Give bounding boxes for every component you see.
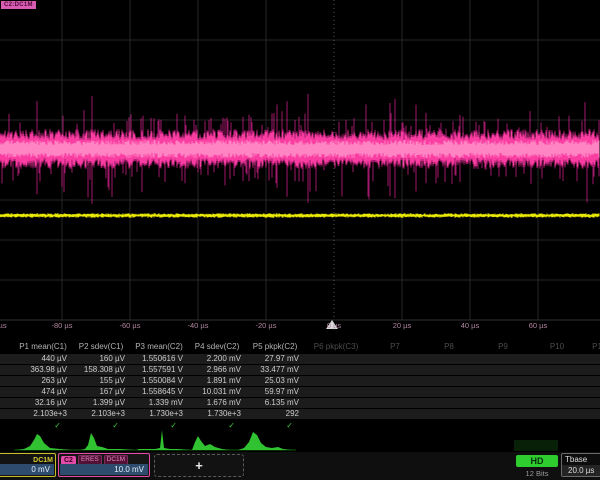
meas-header-p4[interactable]: P4 sdev(C2) (188, 340, 246, 354)
meas-header-p8[interactable]: P8 (422, 340, 476, 354)
time-axis-label: 0 µs (312, 321, 356, 330)
meas-value: 1.730e+3 (188, 409, 246, 419)
meas-header-p6[interactable]: P6 pkpk(C3) (304, 340, 368, 354)
meas-value: 1.730e+3 (130, 409, 188, 419)
meas-value: 1.891 mV (188, 376, 246, 386)
histicon-p4[interactable] (192, 436, 230, 450)
channel-c2-descriptor[interactable]: C2 ERES DC1M 10.0 mV (58, 453, 150, 477)
meas-row: 263 µV155 µV1.550084 V1.891 mV25.03 mV (0, 376, 600, 386)
measurement-table[interactable]: P1 mean(C1)P2 sdev(C1)P3 mean(C2)P4 sdev… (0, 340, 600, 431)
meas-row: 474 µV167 µV1.558645 V10.031 mV59.97 mV (0, 387, 600, 397)
meas-header-p5[interactable]: P5 pkpk(C2) (246, 340, 304, 354)
meas-value: 167 µV (72, 387, 130, 397)
meas-header-p7[interactable]: P7 (368, 340, 422, 354)
meas-header-p1[interactable]: P1 mean(C1) (14, 340, 72, 354)
histicon-p5[interactable] (238, 432, 292, 450)
hd-badge-glow (514, 440, 558, 451)
histicon-p1[interactable] (15, 434, 72, 450)
meas-value: 1.339 mV (130, 398, 188, 408)
meas-header-p10[interactable]: P10 (530, 340, 584, 354)
measurement-histicons[interactable] (0, 429, 600, 451)
hd-mode-badge: HD (516, 455, 558, 467)
meas-value: 2.103e+3 (14, 409, 72, 419)
meas-row: 440 µV160 µV1.550616 V2.200 mV27.97 mV (0, 354, 600, 364)
meas-value: 25.03 mV (246, 376, 304, 386)
meas-value: 1.676 mV (188, 398, 246, 408)
c1-coupling-label: DC1M (33, 457, 53, 464)
histicon-p2[interactable] (80, 433, 135, 450)
time-axis-label: -40 µs (176, 321, 220, 330)
time-axis-label: -100 µs (0, 321, 16, 330)
time-axis-label: -20 µs (244, 321, 288, 330)
timebase-box[interactable]: Tbase 20.0 µs (561, 453, 600, 477)
meas-value: 440 µV (14, 354, 72, 364)
plus-icon: + (195, 458, 203, 473)
meas-value: 27.97 mV (246, 354, 304, 364)
meas-header-p3[interactable]: P3 mean(C2) (130, 340, 188, 354)
c2-scale-value: 10.0 mV (60, 464, 148, 475)
c1-scale-value: 0 mV (0, 464, 54, 475)
bottom-bar: DC1M 0 mV C2 ERES DC1M 10.0 mV + HD 12 B… (0, 452, 600, 480)
meas-value: 33.477 mV (246, 365, 304, 375)
waveform-grid[interactable]: C2:DC1M -100 µs -80 µs -60 µs -40 µs -20 µs 0… (0, 0, 600, 335)
timebase-value: 20.0 µs (562, 465, 600, 476)
meas-row: 32.16 µV1.399 µV1.339 mV1.676 mV6.135 mV (0, 398, 600, 408)
meas-value: 1.550084 V (130, 376, 188, 386)
meas-value: 160 µV (72, 354, 130, 364)
meas-value: 292 (246, 409, 304, 419)
channel-c1-descriptor[interactable]: DC1M 0 mV (0, 453, 56, 477)
meas-value: 1.399 µV (72, 398, 130, 408)
time-axis: -100 µs -80 µs -60 µs -40 µs -20 µs 0 µs 20 µs… (0, 321, 600, 333)
meas-value: 1.550616 V (130, 354, 188, 364)
meas-row: 2.103e+32.103e+31.730e+31.730e+3292 (0, 409, 600, 419)
time-axis-label: 60 µs (516, 321, 560, 330)
meas-header-p9[interactable]: P9 (476, 340, 530, 354)
histicon-p3[interactable] (138, 430, 190, 450)
meas-value: 155 µV (72, 376, 130, 386)
meas-row: 363.98 µV158.308 µV1.557591 V2.966 mV33.… (0, 365, 600, 375)
trace-annotation-badge: C2:DC1M (1, 1, 36, 9)
add-trace-button[interactable]: + (154, 454, 244, 477)
meas-value: 263 µV (14, 376, 72, 386)
graticule-and-traces (0, 0, 600, 335)
time-axis-label: 20 µs (380, 321, 424, 330)
meas-header-p2[interactable]: P2 sdev(C1) (72, 340, 130, 354)
meas-value: 1.557591 V (130, 365, 188, 375)
hd-bits-label: 12 Bits (516, 469, 558, 478)
meas-value: 158.308 µV (72, 365, 130, 375)
time-axis-label: -60 µs (108, 321, 152, 330)
meas-value: 59.97 mV (246, 387, 304, 397)
meas-value: 32.16 µV (14, 398, 72, 408)
time-axis-label: 40 µs (448, 321, 492, 330)
meas-value: 363.98 µV (14, 365, 72, 375)
c1-waveform-trace[interactable] (0, 213, 599, 217)
meas-value: 6.135 mV (246, 398, 304, 408)
meas-header-p11[interactable]: P11 (584, 340, 600, 354)
time-axis-label: -80 µs (40, 321, 84, 330)
oscilloscope-screen: C2:DC1M -100 µs -80 µs -60 µs -40 µs -20 µs 0… (0, 0, 600, 480)
meas-value: 2.200 mV (188, 354, 246, 364)
meas-value: 2.103e+3 (72, 409, 130, 419)
meas-value: 474 µV (14, 387, 72, 397)
timebase-label: Tbase (562, 454, 600, 465)
meas-value: 2.966 mV (188, 365, 246, 375)
meas-value: 10.031 mV (188, 387, 246, 397)
meas-value: 1.558645 V (130, 387, 188, 397)
